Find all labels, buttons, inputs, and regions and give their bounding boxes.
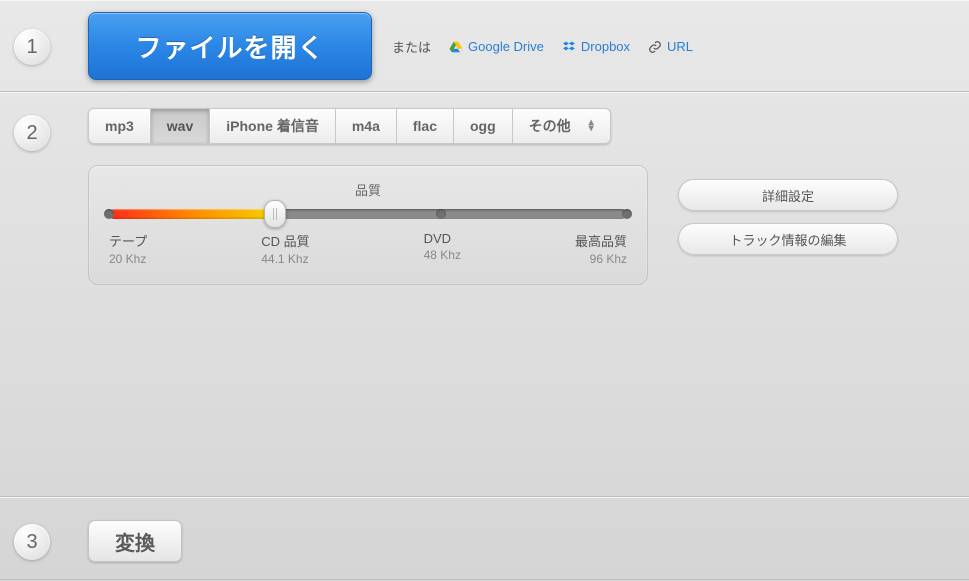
google-drive-icon <box>449 40 463 54</box>
quality-title: 品質 <box>109 180 627 199</box>
tab-other-label: その他 <box>529 116 571 136</box>
tab-m4a[interactable]: m4a <box>336 108 397 144</box>
dropbox-icon <box>562 40 576 54</box>
link-icon <box>648 40 662 54</box>
alt-sources-row: または Google Drive Dropbox URL <box>392 37 693 56</box>
tab-mp3[interactable]: mp3 <box>88 108 151 144</box>
q-label: DVD <box>424 231 451 246</box>
step-1-section: 1 ファイルを開く または Google Drive Dropbox URL <box>0 0 969 92</box>
slider-stop-tape[interactable] <box>104 209 114 219</box>
quality-labels: テープ 20 Khz CD 品質 44.1 Khz DVD 48 Khz 最高品… <box>109 231 627 266</box>
step-badge-2: 2 <box>14 115 50 151</box>
step-2-section: 2 mp3 wav iPhone 着信音 m4a flac ogg その他 ▴▾… <box>0 92 969 497</box>
dropbox-label: Dropbox <box>581 39 630 54</box>
updown-icon: ▴▾ <box>589 120 594 132</box>
tab-wav[interactable]: wav <box>151 108 210 144</box>
step-badge-1: 1 <box>14 29 50 65</box>
q-label: テープ <box>109 231 147 250</box>
q-sub: 20 Khz <box>109 252 147 266</box>
dropbox-link[interactable]: Dropbox <box>562 39 630 54</box>
url-label: URL <box>667 39 693 54</box>
tab-ogg[interactable]: ogg <box>454 108 513 144</box>
google-drive-label: Google Drive <box>468 39 544 54</box>
quality-slider[interactable] <box>109 209 627 219</box>
url-link[interactable]: URL <box>648 39 693 54</box>
quality-label-tape: テープ 20 Khz <box>109 231 147 266</box>
or-label: または <box>392 37 431 56</box>
quality-label-best: 最高品質 96 Khz <box>575 231 627 266</box>
google-drive-link[interactable]: Google Drive <box>449 39 544 54</box>
tab-other[interactable]: その他 ▴▾ <box>513 108 611 144</box>
slider-stop-dvd[interactable] <box>436 209 446 219</box>
tab-iphone-ringtone[interactable]: iPhone 着信音 <box>210 108 336 144</box>
q-label: 最高品質 <box>575 231 627 250</box>
slider-fill <box>109 209 275 219</box>
tab-flac[interactable]: flac <box>397 108 454 144</box>
format-tabs: mp3 wav iPhone 着信音 m4a flac ogg その他 ▴▾ <box>88 108 611 144</box>
quality-label-cd: CD 品質 44.1 Khz <box>261 231 309 266</box>
open-file-button[interactable]: ファイルを開く <box>88 12 372 80</box>
step-3-section: 3 変換 <box>0 497 969 580</box>
q-sub: 96 Khz <box>590 252 627 266</box>
advanced-settings-button[interactable]: 詳細設定 <box>678 179 898 211</box>
convert-button[interactable]: 変換 <box>88 520 182 562</box>
q-sub: 44.1 Khz <box>261 252 308 266</box>
side-buttons: 詳細設定 トラック情報の編集 <box>678 179 898 255</box>
step-badge-3: 3 <box>14 524 50 560</box>
q-label: CD 品質 <box>261 231 309 250</box>
slider-stop-best[interactable] <box>622 209 632 219</box>
quality-label-dvd: DVD 48 Khz <box>424 231 461 266</box>
edit-track-info-button[interactable]: トラック情報の編集 <box>678 223 898 255</box>
slider-thumb[interactable] <box>264 200 286 228</box>
quality-panel: 品質 テープ 20 Khz CD 品質 44.1 Khz DVD 48 Khz … <box>88 165 648 285</box>
q-sub: 48 Khz <box>424 248 461 262</box>
